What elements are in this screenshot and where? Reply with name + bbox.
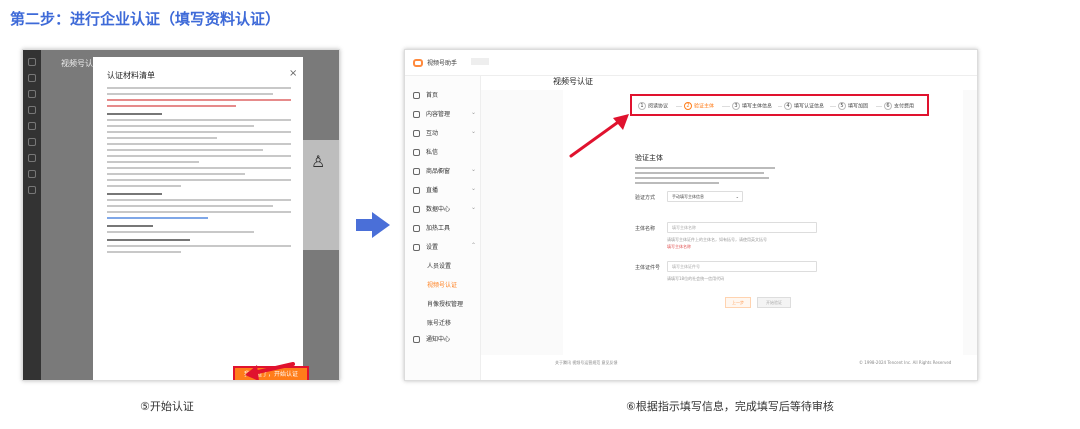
- name-error: 填写主体名称: [667, 244, 691, 249]
- logo-icon: [413, 59, 423, 67]
- code-label: 主体证件号: [635, 265, 661, 271]
- code-hint: 请填写18位的社会统一信用代码: [667, 276, 725, 281]
- heat-icon: [413, 225, 420, 232]
- page-title: 视频号认证: [553, 77, 593, 86]
- step-1: 1 阅读协议: [638, 102, 668, 110]
- sidebar-sub-staff[interactable]: 人员设置: [427, 261, 451, 270]
- code-input[interactable]: 填写主体证件号: [667, 261, 817, 272]
- steps-bar: 1 阅读协议 2 验证主体 3 填写主体信息 4 填写认证信息 5 填写加固 6 支付费用: [630, 94, 929, 116]
- app-title: 视频号认: [61, 59, 93, 68]
- sidebar-item-interact[interactable]: 互动: [413, 128, 438, 137]
- footer-links[interactable]: 关于腾讯 视频号运营规范 意见反馈: [555, 360, 618, 366]
- sidebar-item-message[interactable]: 私信: [413, 147, 438, 156]
- section-title: 验证主体: [635, 154, 663, 162]
- submit-button[interactable]: 开始验证: [757, 297, 791, 308]
- background-card: ♙: [301, 140, 339, 250]
- sidebar-item-content[interactable]: 内容管理: [413, 109, 450, 118]
- bell-icon: [413, 336, 420, 343]
- caption-step-5: ⑤开始认证: [140, 400, 194, 413]
- red-arrow-icon: [569, 114, 629, 158]
- user-icon: ♙: [311, 152, 326, 171]
- materials-modal: 认证材料清单 × 我知道了，开始认证: [93, 57, 309, 380]
- step-5: 5 填写加固: [838, 102, 868, 110]
- screenshot-fill-info: 视频号助手 首页 内容管理 ⌄ 互动 ⌄ 私信 商品橱窗 ⌄ 直播 ⌄ 数据中心…: [404, 49, 978, 381]
- chevron-down-icon: ⌄: [735, 194, 739, 199]
- page-heading: 第二步：进行企业认证（填写资料认证）: [10, 10, 281, 28]
- left-sidebar: [23, 50, 41, 380]
- step-6: 6 支付费用: [884, 102, 914, 110]
- next-arrow-icon: [356, 212, 390, 238]
- sidebar-sub-migrate[interactable]: 账号迁移: [427, 318, 451, 327]
- top-bar: 视频号助手: [405, 50, 977, 76]
- sidebar-item-notify[interactable]: 通知中心: [413, 334, 450, 343]
- section-description: [635, 167, 775, 187]
- sidebar-item-shop[interactable]: 商品橱窗: [413, 166, 450, 175]
- sidebar-item-settings[interactable]: 设置: [413, 242, 438, 251]
- prev-button[interactable]: 上一步: [725, 297, 751, 308]
- name-input[interactable]: 填写主体名称: [667, 222, 817, 233]
- screenshot-start-certification: 视频号认 ♙ 认证材料清单 × 我知道了，开始认证: [22, 49, 340, 381]
- sidebar-item-live[interactable]: 直播: [413, 185, 438, 194]
- shop-icon: [413, 168, 420, 175]
- sidebar-item-data[interactable]: 数据中心: [413, 204, 450, 213]
- method-select[interactable]: 手动填写主体信息 ⌄: [667, 191, 743, 202]
- account-tag: [471, 58, 489, 65]
- step-4: 4 填写认证信息: [784, 102, 824, 110]
- modal-title: 认证材料清单: [107, 71, 155, 80]
- step-3: 3 填写主体信息: [732, 102, 772, 110]
- method-label: 验证方式: [635, 195, 656, 201]
- step-2: 2 验证主体: [684, 102, 714, 110]
- name-label: 主体名称: [635, 226, 656, 232]
- content-icon: [413, 111, 420, 118]
- modal-body-text: [107, 87, 291, 257]
- name-hint: 请填写主体证件上的主体名，如有括号，请使用英文括号: [667, 237, 767, 242]
- sidebar-item-heat[interactable]: 加热工具: [413, 223, 450, 232]
- chat-icon: [413, 130, 420, 137]
- sidebar-sub-portrait[interactable]: 肖像授权管理: [427, 299, 463, 308]
- red-arrow-icon: [245, 362, 295, 380]
- caption-step-6: ⑥根据指示填写信息，完成填写后等待审核: [626, 400, 834, 413]
- sidebar: 首页 内容管理 ⌄ 互动 ⌄ 私信 商品橱窗 ⌄ 直播 ⌄ 数据中心 ⌄ 加热工…: [405, 76, 481, 380]
- home-icon: [413, 92, 420, 99]
- sidebar-item-home[interactable]: 首页: [413, 90, 438, 99]
- settings-icon: [413, 244, 420, 251]
- copyright: © 1998-2024 Tencent Inc. All Rights Rese…: [859, 360, 952, 365]
- close-icon[interactable]: ×: [289, 68, 297, 79]
- live-icon: [413, 187, 420, 194]
- message-icon: [413, 149, 420, 156]
- app-name: 视频号助手: [427, 60, 458, 67]
- data-icon: [413, 206, 420, 213]
- sidebar-sub-certification[interactable]: 视频号认证: [427, 280, 457, 289]
